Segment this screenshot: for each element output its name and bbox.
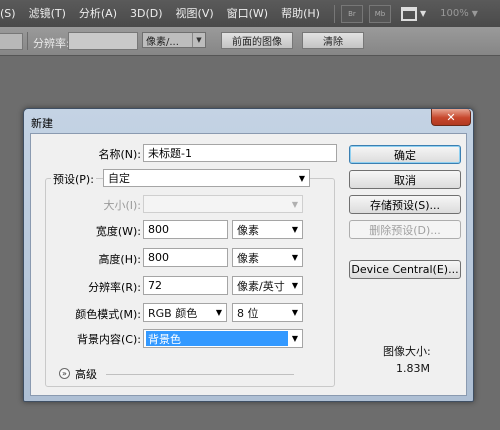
chevron-down-icon: ▼ <box>291 199 299 209</box>
color-mode-label: 颜色模式(M): <box>75 308 141 321</box>
front-image-button[interactable]: 前面的图像 <box>221 32 293 49</box>
resolution-unit-select[interactable]: 像素/英寸 ▼ <box>232 276 303 295</box>
menu-item[interactable]: 视图(V) <box>169 0 220 27</box>
options-unit-select[interactable]: 像素/... ▼ <box>142 32 206 48</box>
menu-item[interactable]: 分析(A) <box>72 0 123 27</box>
height-unit-value: 像素 <box>237 251 259 265</box>
close-icon: ✕ <box>446 110 456 124</box>
chevron-down-icon: ▼ <box>298 173 306 183</box>
chevron-down-icon: ▼ <box>192 33 205 47</box>
resolution-label: 分辨率(R): <box>88 281 141 294</box>
zoom-dropdown-icon[interactable]: ▼ <box>472 9 478 18</box>
cancel-button[interactable]: 取消 <box>349 170 461 189</box>
resolution-input[interactable]: 72 <box>143 276 228 295</box>
chevron-down-icon: ▼ <box>291 253 299 262</box>
background-select[interactable]: 背景色 ▼ <box>143 329 303 348</box>
close-button[interactable]: ✕ <box>431 109 471 126</box>
screen-mode-icon[interactable] <box>400 6 417 21</box>
menu-separator <box>333 4 335 23</box>
new-document-dialog: 新建 ✕ 名称(N): 未标题-1 预设(P): 自定 ▼ 大小(I): ▼ 宽… <box>23 108 474 402</box>
advanced-label[interactable]: 高级 <box>75 366 97 382</box>
bit-depth-select[interactable]: 8 位 ▼ <box>232 303 303 322</box>
mini-bridge-button[interactable]: Mb <box>368 4 391 23</box>
menu-item[interactable]: (S) <box>0 0 22 27</box>
dialog-title: 新建 <box>31 117 53 130</box>
height-label: 高度(H): <box>98 253 141 266</box>
bit-depth-value: 8 位 <box>237 306 259 320</box>
menu-bar: (S) 滤镜(T) 分析(A) 3D(D) 视图(V) 窗口(W) 帮助(H) Br Mb … <box>0 0 500 27</box>
background-label: 背景内容(C): <box>77 333 141 346</box>
preset-select[interactable]: 自定 ▼ <box>103 169 310 187</box>
size-label: 大小(I): <box>103 199 141 212</box>
name-label: 名称(N): <box>98 148 141 161</box>
save-preset-button[interactable]: 存储预设(S)... <box>349 195 461 214</box>
chevron-down-icon: ▼ <box>291 334 299 343</box>
height-input[interactable]: 800 <box>143 248 228 267</box>
background-value: 背景色 <box>146 331 288 346</box>
chevron-down-icon: ▼ <box>291 225 299 234</box>
dialog-body: 名称(N): 未标题-1 预设(P): 自定 ▼ 大小(I): ▼ 宽度(W):… <box>30 133 467 396</box>
options-unit-value: 像素/... <box>146 36 179 48</box>
color-mode-select[interactable]: RGB 颜色 ▼ <box>143 303 227 322</box>
screen-mode-dropdown-icon[interactable]: ▼ <box>420 9 426 18</box>
bridge-button[interactable]: Br <box>340 4 363 23</box>
menu-item[interactable]: 3D(D) <box>123 0 169 27</box>
color-mode-value: RGB 颜色 <box>148 306 198 320</box>
size-select: ▼ <box>143 195 303 213</box>
width-label: 宽度(W): <box>95 225 141 238</box>
clear-button[interactable]: 清除 <box>302 32 364 49</box>
delete-preset-button: 删除预设(D)... <box>349 220 461 239</box>
width-input[interactable]: 800 <box>143 220 228 239</box>
image-size-value: 1.83M <box>396 362 430 375</box>
name-input[interactable]: 未标题-1 <box>143 144 337 162</box>
ok-button[interactable]: 确定 <box>349 145 461 164</box>
width-unit-value: 像素 <box>237 223 259 237</box>
menu-item[interactable]: 滤镜(T) <box>22 0 72 27</box>
zoom-value: 100% <box>440 8 469 19</box>
preset-label: 预设(P): <box>51 171 96 187</box>
chevron-down-icon: ▼ <box>291 308 299 317</box>
zoom-level[interactable]: 100% ▼ <box>440 8 478 19</box>
options-field-stub[interactable] <box>0 33 23 50</box>
height-unit-select[interactable]: 像素 ▼ <box>232 248 303 267</box>
menu-item[interactable]: 帮助(H) <box>274 0 326 27</box>
menu-list: (S) 滤镜(T) 分析(A) 3D(D) 视图(V) 窗口(W) 帮助(H) <box>0 0 326 27</box>
image-size-label: 图像大小: <box>383 345 431 358</box>
expand-advanced-icon[interactable]: » <box>59 368 70 379</box>
chevron-down-icon: ▼ <box>291 281 299 290</box>
resolution-unit-value: 像素/英寸 <box>237 279 285 293</box>
chevron-down-icon: ▼ <box>215 308 223 317</box>
options-resolution-label: 分辨率: <box>33 37 70 50</box>
options-bar: 分辨率: 像素/... ▼ 前面的图像 清除 <box>0 27 500 56</box>
menu-item[interactable]: 窗口(W) <box>220 0 274 27</box>
device-central-button[interactable]: Device Central(E)... <box>349 260 461 279</box>
options-resolution-input[interactable] <box>68 32 138 50</box>
preset-value: 自定 <box>108 172 130 185</box>
options-separator <box>27 32 28 50</box>
width-unit-select[interactable]: 像素 ▼ <box>232 220 303 239</box>
advanced-divider <box>106 374 294 375</box>
